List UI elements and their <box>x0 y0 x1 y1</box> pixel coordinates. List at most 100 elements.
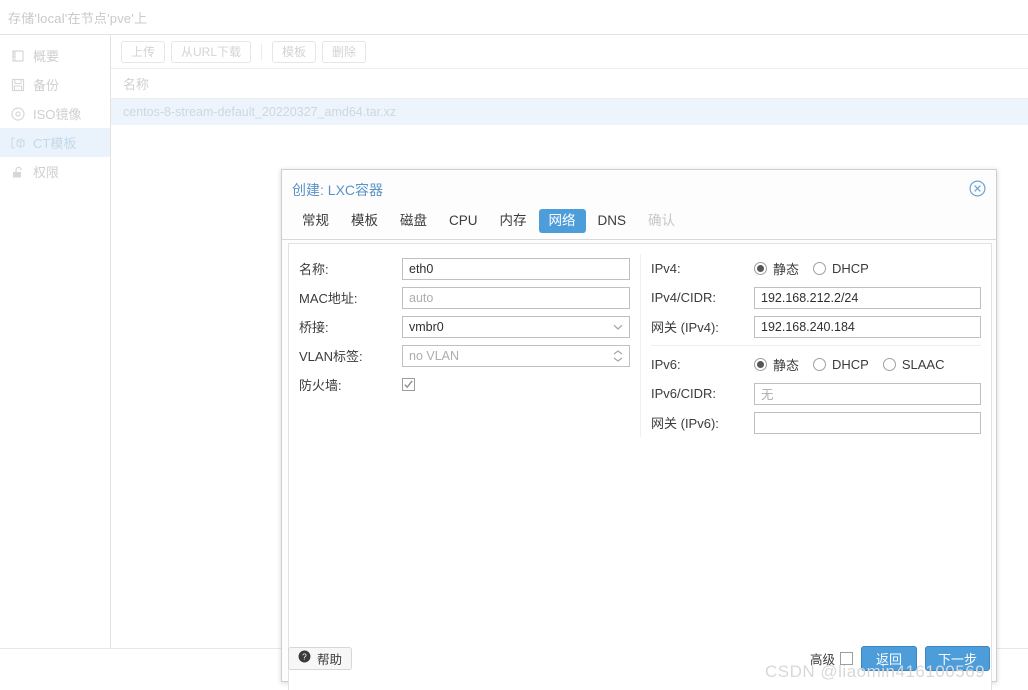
sidebar-item-label: 概要 <box>33 46 59 65</box>
ipv6-dhcp-label: DHCP <box>832 357 869 372</box>
dialog-tabs: 常规 模板 磁盘 CPU 内存 网络 DNS 确认 <box>282 209 996 240</box>
field-row-ipv6-cidr: IPv6/CIDR: 无 <box>651 379 981 408</box>
tab-general[interactable]: 常规 <box>292 209 339 233</box>
field-row-ipv4-cidr: IPv4/CIDR: 192.168.212.2/24 <box>651 283 981 312</box>
firewall-checkbox[interactable] <box>402 378 415 391</box>
table-row[interactable]: centos-8-stream-default_20220327_amd64.t… <box>111 99 1028 125</box>
mac-address-label: MAC地址: <box>299 288 402 307</box>
question-circle-icon: ? <box>298 650 311 666</box>
gateway-ipv4-label: 网关 (IPv4): <box>651 317 754 336</box>
ipv4-label: IPv4: <box>651 261 754 276</box>
tab-network[interactable]: 网络 <box>539 209 586 233</box>
tab-memory[interactable]: 内存 <box>490 209 537 233</box>
sidebar-item-ct-templates[interactable]: CT模板 <box>0 128 110 157</box>
help-button[interactable]: ? 帮助 <box>288 647 352 670</box>
field-row-ipv6-mode: IPv6: 静态 DHCP SLAAC <box>651 350 981 379</box>
box-icon <box>10 135 26 151</box>
toolbar-divider <box>261 44 262 60</box>
content-toolbar: 上传 从URL下载 模板 删除 <box>111 35 1028 69</box>
tab-template[interactable]: 模板 <box>341 209 388 233</box>
field-row-bridge: 桥接: vmbr0 <box>299 312 630 341</box>
breadcrumb-bar: 存储'local'在节点'pve'上 <box>0 0 1028 35</box>
sidebar-item-label: 权限 <box>33 162 59 181</box>
name-input[interactable]: eth0 <box>402 258 630 280</box>
upload-button[interactable]: 上传 <box>121 41 165 63</box>
column-header-name: 名称 <box>123 74 149 93</box>
tab-dns[interactable]: DNS <box>588 209 637 233</box>
radio-unselected-icon <box>813 262 826 275</box>
ipv4-cidr-input[interactable]: 192.168.212.2/24 <box>754 287 981 309</box>
network-form: 名称: eth0 MAC地址: auto 桥接: vmbr0 <box>288 243 992 690</box>
sidebar-item-label: ISO镜像 <box>33 104 81 123</box>
vlan-tag-stepper[interactable]: no VLAN <box>402 345 630 367</box>
templates-button[interactable]: 模板 <box>272 41 316 63</box>
ipv6-label: IPv6: <box>651 357 754 372</box>
sidebar-item-label: CT模板 <box>33 133 76 152</box>
tab-confirm: 确认 <box>638 209 685 233</box>
ipv6-static-radio[interactable]: 静态 <box>754 355 799 374</box>
mac-address-input[interactable]: auto <box>402 287 630 309</box>
advanced-checkbox-group[interactable]: 高级 <box>810 649 853 668</box>
ipv4-static-radio[interactable]: 静态 <box>754 259 799 278</box>
bridge-select-value: vmbr0 <box>409 320 444 334</box>
tab-disks[interactable]: 磁盘 <box>390 209 437 233</box>
field-row-mac: MAC地址: auto <box>299 283 630 312</box>
vlan-tag-label: VLAN标签: <box>299 346 402 365</box>
sidebar-item-iso-images[interactable]: ISO镜像 <box>0 99 110 128</box>
radio-unselected-icon <box>883 358 896 371</box>
ipv6-slaac-radio[interactable]: SLAAC <box>883 357 945 372</box>
advanced-checkbox[interactable] <box>840 652 853 665</box>
sidebar-item-permissions[interactable]: 权限 <box>0 157 110 186</box>
dialog-footer: ? 帮助 高级 返回 下一步 <box>288 641 990 675</box>
bridge-label: 桥接: <box>299 317 402 336</box>
radio-selected-icon <box>754 358 767 371</box>
svg-text:?: ? <box>302 652 307 662</box>
field-row-vlan: VLAN标签: no VLAN <box>299 341 630 370</box>
dialog-header: 创建: LXC容器 <box>282 170 996 209</box>
gateway-ipv4-input[interactable]: 192.168.240.184 <box>754 316 981 338</box>
ipv6-cidr-label: IPv6/CIDR: <box>651 386 754 401</box>
field-row-ipv4-mode: IPv4: 静态 DHCP <box>651 254 981 283</box>
ipv4-static-label: 静态 <box>773 259 799 278</box>
dialog-title: 创建: LXC容器 <box>292 180 383 200</box>
name-label: 名称: <box>299 259 402 278</box>
sidebar-item-backup[interactable]: 备份 <box>0 70 110 99</box>
gateway-ipv6-input[interactable] <box>754 412 981 434</box>
close-circle-icon[interactable] <box>969 180 986 197</box>
field-row-gateway-ipv4: 网关 (IPv4): 192.168.240.184 <box>651 312 981 341</box>
disc-icon <box>10 106 26 122</box>
download-from-url-button[interactable]: 从URL下载 <box>171 41 251 63</box>
sidebar: 概要 备份 ISO镜像 CT模板 权限 <box>0 35 111 648</box>
vlan-tag-value: no VLAN <box>409 349 459 363</box>
firewall-label: 防火墙: <box>299 375 402 394</box>
ipv4-dhcp-radio[interactable]: DHCP <box>813 261 869 276</box>
advanced-label: 高级 <box>810 649 835 668</box>
help-button-label: 帮助 <box>317 649 342 668</box>
sidebar-item-summary[interactable]: 概要 <box>0 41 110 70</box>
breadcrumb: 存储'local'在节点'pve'上 <box>8 8 147 27</box>
bridge-select[interactable]: vmbr0 <box>402 316 630 338</box>
field-row-firewall: 防火墙: <box>299 370 630 399</box>
chevron-down-icon <box>613 317 623 337</box>
delete-button[interactable]: 删除 <box>322 41 366 63</box>
tab-cpu[interactable]: CPU <box>439 209 488 233</box>
next-button[interactable]: 下一步 <box>925 646 990 671</box>
check-icon <box>403 379 414 390</box>
form-left-column: 名称: eth0 MAC地址: auto 桥接: vmbr0 <box>289 254 640 437</box>
ipv6-cidr-input[interactable]: 无 <box>754 383 981 405</box>
field-row-gateway-ipv6: 网关 (IPv6): <box>651 408 981 437</box>
radio-selected-icon <box>754 262 767 275</box>
form-divider <box>651 345 981 346</box>
spinner-updown-icon <box>613 346 623 366</box>
ipv6-static-label: 静态 <box>773 355 799 374</box>
ipv6-dhcp-radio[interactable]: DHCP <box>813 357 869 372</box>
back-button[interactable]: 返回 <box>861 646 917 671</box>
footer-actions: 高级 返回 下一步 <box>810 646 990 671</box>
sidebar-item-label: 备份 <box>33 75 59 94</box>
gateway-ipv6-label: 网关 (IPv6): <box>651 413 754 432</box>
field-row-name: 名称: eth0 <box>299 254 630 283</box>
create-lxc-dialog: 创建: LXC容器 常规 模板 磁盘 CPU 内存 网络 DNS 确认 名称: … <box>281 169 997 682</box>
ipv4-cidr-label: IPv4/CIDR: <box>651 290 754 305</box>
ipv4-dhcp-label: DHCP <box>832 261 869 276</box>
ipv6-slaac-label: SLAAC <box>902 357 945 372</box>
